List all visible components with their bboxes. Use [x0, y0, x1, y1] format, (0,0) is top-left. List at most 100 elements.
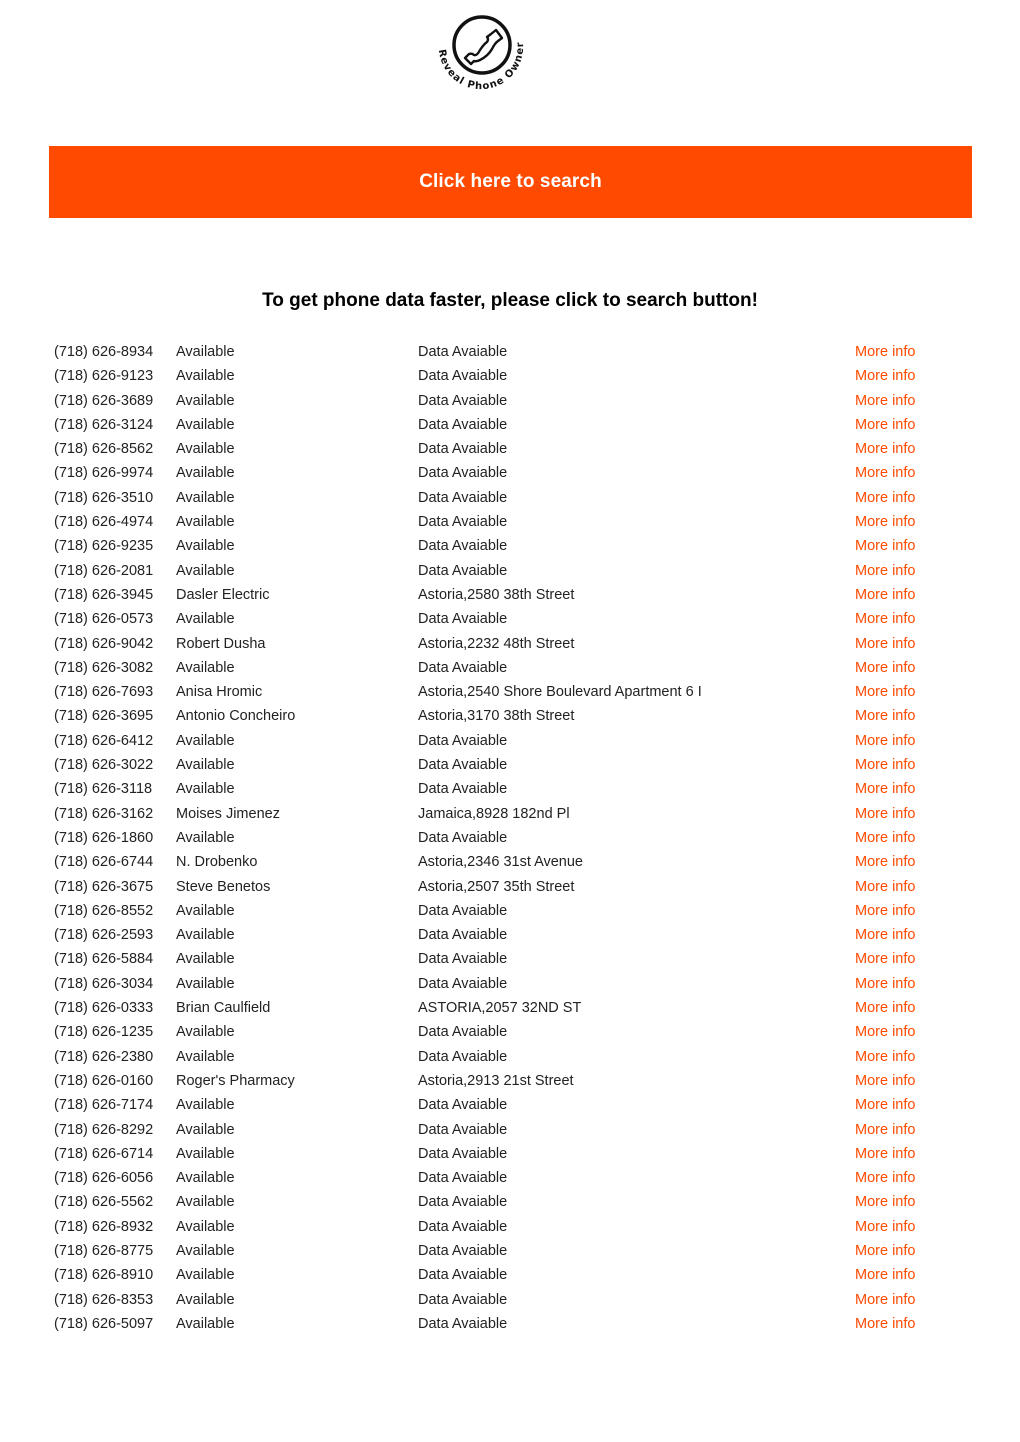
table-row: (718) 626-9042 Robert Dusha Astoria,2232 4… — [0, 632, 1020, 656]
table-row: (718) 626-8562 Available Data Avaiable More… — [0, 437, 1020, 461]
owner-name: Available — [176, 416, 235, 433]
more-info-link[interactable]: More info — [855, 1020, 915, 1044]
table-row: (718) 626-3118 Available Data Avaiable More… — [0, 777, 1020, 801]
owner-address: Data Avaiable — [418, 1242, 508, 1259]
more-info-link[interactable]: More info — [855, 680, 915, 704]
owner-address: Data Avaiable — [418, 1121, 508, 1138]
more-info-link[interactable]: More info — [855, 1069, 915, 1093]
more-info-link[interactable]: More info — [855, 510, 915, 534]
more-info-link[interactable]: More info — [855, 1215, 915, 1239]
more-info-link[interactable]: More info — [855, 802, 915, 826]
phone-number: (718) 626-0333 — [54, 1000, 154, 1017]
phone-number: (718) 626-3034 — [54, 975, 154, 992]
table-row: (718) 626-5884 Available Data Avaiable More… — [0, 947, 1020, 971]
table-row: (718) 626-2593 Available Data Avaiable More… — [0, 923, 1020, 947]
table-row: (718) 626-8775 Available Data Avaiable More… — [0, 1239, 1020, 1263]
more-info-link[interactable]: More info — [855, 1312, 915, 1336]
more-info-link[interactable]: More info — [855, 1239, 915, 1263]
owner-address: Data Avaiable — [418, 781, 508, 798]
owner-name: Brian Caulfield — [176, 1000, 271, 1017]
owner-address: Astoria,2540 Shore Boulevard Apartment 6… — [418, 684, 702, 701]
table-row: (718) 626-8932 Available Data Avaiable More… — [0, 1215, 1020, 1239]
more-info-link[interactable]: More info — [855, 461, 915, 485]
more-info-link[interactable]: More info — [855, 704, 915, 728]
owner-name: Available — [176, 1121, 235, 1138]
more-info-link[interactable]: More info — [855, 486, 915, 510]
more-info-link[interactable]: More info — [855, 389, 915, 413]
owner-address: ASTORIA,2057 32ND ST — [418, 1000, 582, 1017]
more-info-link[interactable]: More info — [855, 1263, 915, 1287]
phone-number: (718) 626-0160 — [54, 1072, 154, 1089]
phone-number: (718) 626-3945 — [54, 586, 154, 603]
owner-address: Data Avaiable — [418, 975, 508, 992]
owner-address: Astoria,2507 35th Street — [418, 878, 575, 895]
phone-number: (718) 626-5884 — [54, 951, 154, 968]
more-info-link[interactable]: More info — [855, 656, 915, 680]
phone-number: (718) 626-6412 — [54, 732, 154, 749]
table-row: (718) 626-3124 Available Data Avaiable More… — [0, 413, 1020, 437]
more-info-link[interactable]: More info — [855, 559, 915, 583]
phone-number: (718) 626-3695 — [54, 708, 154, 725]
owner-name: Available — [176, 538, 235, 555]
phone-number: (718) 626-1860 — [54, 829, 154, 846]
owner-address: Data Avaiable — [418, 416, 508, 433]
more-info-link[interactable]: More info — [855, 534, 915, 558]
more-info-link[interactable]: More info — [855, 1142, 915, 1166]
more-info-link[interactable]: More info — [855, 364, 915, 388]
phone-number: (718) 626-8562 — [54, 441, 154, 458]
more-info-link[interactable]: More info — [855, 1288, 915, 1312]
more-info-link[interactable]: More info — [855, 753, 915, 777]
more-info-link[interactable]: More info — [855, 972, 915, 996]
more-info-link[interactable]: More info — [855, 947, 915, 971]
more-info-link[interactable]: More info — [855, 1045, 915, 1069]
more-info-link[interactable]: More info — [855, 826, 915, 850]
table-row: (718) 626-3082 Available Data Avaiable More… — [0, 656, 1020, 680]
more-info-link[interactable]: More info — [855, 607, 915, 631]
owner-name: Available — [176, 1218, 235, 1235]
table-row: (718) 626-5562 Available Data Avaiable More… — [0, 1190, 1020, 1214]
more-info-link[interactable]: More info — [855, 899, 915, 923]
table-row: (718) 626-8910 Available Data Avaiable More… — [0, 1263, 1020, 1287]
more-info-link[interactable]: More info — [855, 729, 915, 753]
owner-name: Available — [176, 514, 235, 531]
owner-name: Available — [176, 1048, 235, 1065]
phone-number: (718) 626-8292 — [54, 1121, 154, 1138]
more-info-link[interactable]: More info — [855, 777, 915, 801]
more-info-link[interactable]: More info — [855, 1190, 915, 1214]
owner-name: Antonio Concheiro — [176, 708, 296, 725]
owner-name: Available — [176, 392, 235, 409]
phone-number: (718) 626-8910 — [54, 1267, 154, 1284]
owner-name: Available — [176, 757, 235, 774]
owner-address: Data Avaiable — [418, 757, 508, 774]
page-headline: To get phone data faster, please click t… — [262, 290, 758, 311]
owner-name: Available — [176, 829, 235, 846]
owner-address: Data Avaiable — [418, 1145, 508, 1162]
more-info-link[interactable]: More info — [855, 632, 915, 656]
table-row: (718) 626-0333 Brian Caulfield ASTORIA,205… — [0, 996, 1020, 1020]
owner-name: Available — [176, 1194, 235, 1211]
more-info-link[interactable]: More info — [855, 923, 915, 947]
more-info-link[interactable]: More info — [855, 340, 915, 364]
table-row: (718) 626-3675 Steve Benetos Astoria,2507 … — [0, 875, 1020, 899]
owner-address: Data Avaiable — [418, 1170, 508, 1187]
phone-number: (718) 626-6056 — [54, 1170, 154, 1187]
more-info-link[interactable]: More info — [855, 1166, 915, 1190]
phone-number: (718) 626-6714 — [54, 1145, 154, 1162]
more-info-link[interactable]: More info — [855, 875, 915, 899]
table-row: (718) 626-3034 Available Data Avaiable More… — [0, 972, 1020, 996]
more-info-link[interactable]: More info — [855, 583, 915, 607]
owner-address: Data Avaiable — [418, 659, 508, 676]
owner-name: Available — [176, 611, 235, 628]
more-info-link[interactable]: More info — [855, 437, 915, 461]
table-row: (718) 626-5097 Available Data Avaiable More… — [0, 1312, 1020, 1336]
search-button[interactable]: Click here to search — [49, 146, 972, 218]
more-info-link[interactable]: More info — [855, 413, 915, 437]
more-info-link[interactable]: More info — [855, 850, 915, 874]
more-info-link[interactable]: More info — [855, 1118, 915, 1142]
reveal-phone-owner-logo: Reveal Phone Owner — [425, 14, 535, 106]
table-row: (718) 626-3945 Dasler Electric Astoria,258… — [0, 583, 1020, 607]
owner-name: Available — [176, 951, 235, 968]
phone-number: (718) 626-7693 — [54, 684, 154, 701]
more-info-link[interactable]: More info — [855, 996, 915, 1020]
more-info-link[interactable]: More info — [855, 1093, 915, 1117]
